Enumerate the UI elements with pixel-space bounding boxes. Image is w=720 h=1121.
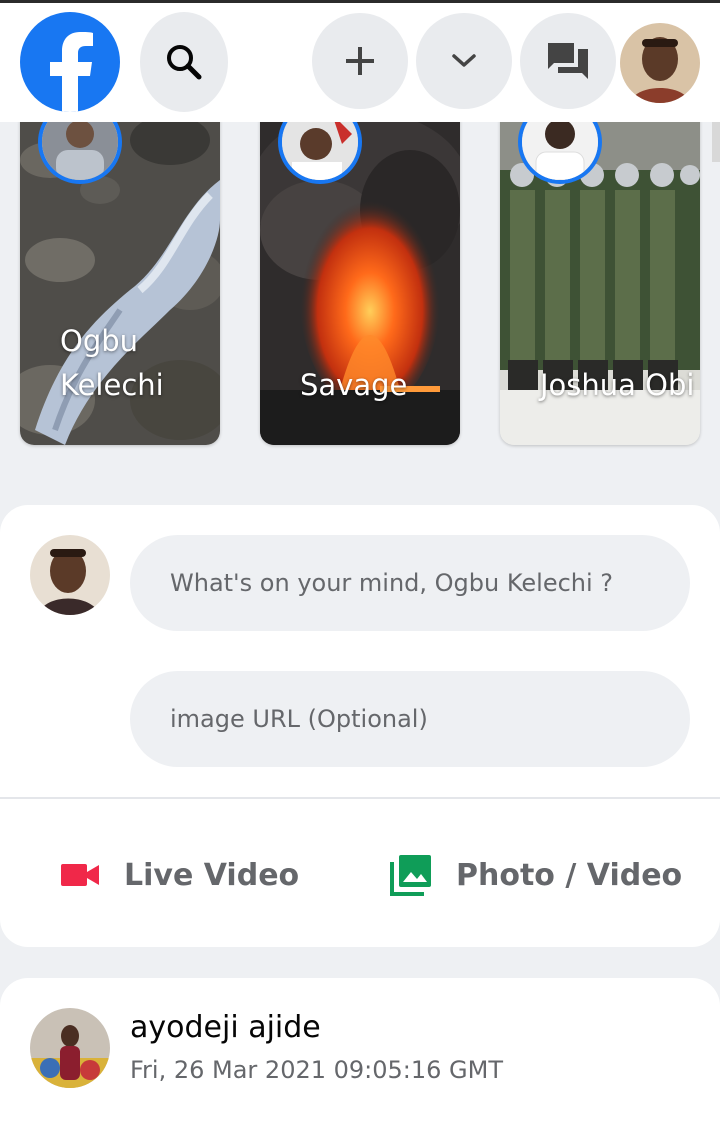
composer-divider (0, 797, 720, 799)
image-url-input[interactable] (130, 671, 690, 767)
profile-avatar[interactable] (620, 23, 700, 103)
story-name: Ogbu Kelechi (60, 324, 164, 402)
create-button[interactable] (312, 13, 408, 109)
live-video-button[interactable]: Live Video (60, 845, 299, 905)
facebook-logo[interactable] (20, 12, 120, 112)
photo-video-label: Photo / Video (456, 857, 683, 893)
story-card[interactable]: Ogbu Kelechi (20, 100, 220, 445)
story-card[interactable]: Joshua Obi (500, 100, 700, 445)
status-input[interactable] (130, 535, 690, 631)
plus-icon (346, 47, 374, 75)
search-button[interactable] (140, 12, 228, 112)
post-author-name[interactable]: ayodeji ajide (130, 1010, 321, 1045)
post-composer: Live Video Photo / Video (0, 505, 720, 947)
messenger-icon (548, 43, 588, 79)
story-name: Savage (300, 368, 408, 402)
video-camera-icon (61, 864, 99, 886)
photo-library-icon (390, 855, 431, 896)
search-icon (167, 45, 202, 80)
facebook-f-icon (50, 32, 93, 112)
post-timestamp: Fri, 26 Mar 2021 09:05:16 GMT (130, 1056, 504, 1084)
scrollbar-thumb[interactable] (712, 122, 720, 162)
feed-post: ayodeji ajide Fri, 26 Mar 2021 09:05:16 … (0, 978, 720, 1121)
story-name: Joshua Obi (540, 368, 695, 402)
story-card[interactable]: Savage (260, 100, 460, 445)
live-video-label: Live Video (124, 857, 300, 893)
messenger-button[interactable] (520, 13, 616, 109)
account-menu-button[interactable] (416, 13, 512, 109)
post-author-avatar[interactable] (30, 1008, 110, 1088)
chevron-down-icon (452, 54, 476, 67)
photo-video-button[interactable]: Photo / Video (390, 845, 682, 905)
composer-avatar (30, 535, 110, 615)
top-navbar (0, 0, 720, 122)
